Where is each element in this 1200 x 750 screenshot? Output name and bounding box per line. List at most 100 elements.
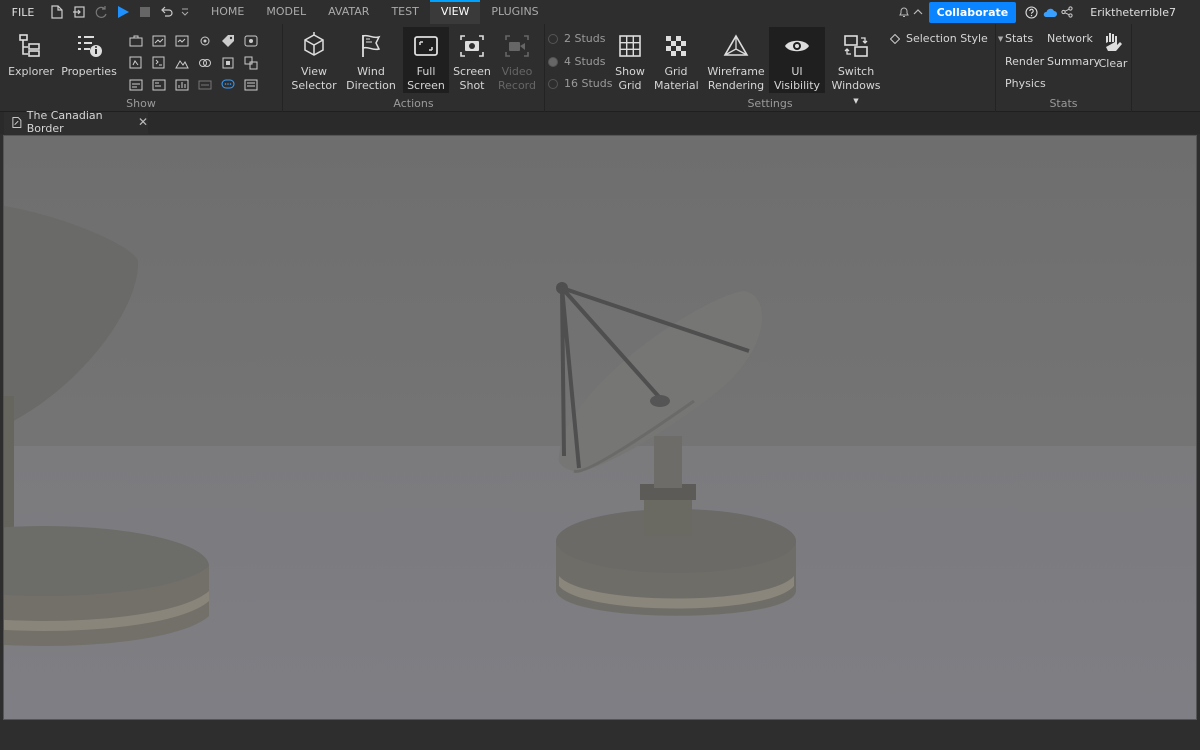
- studs-16-radio[interactable]: 16 Studs: [548, 77, 612, 90]
- full-screen-button[interactable]: Full Screen: [403, 27, 449, 93]
- document-tabs: The Canadian Border ✕: [0, 109, 1200, 135]
- wind-direction-icon: [345, 27, 397, 65]
- context-help-icon[interactable]: [239, 74, 262, 96]
- script-performance-icon[interactable]: [170, 74, 193, 96]
- document-tab[interactable]: The Canadian Border ✕: [4, 109, 148, 135]
- studs-16-label: 16 Studs: [564, 77, 613, 90]
- render-button[interactable]: Render: [1005, 55, 1044, 68]
- video-record-label: Video Record: [497, 65, 536, 92]
- summary-button[interactable]: Summary: [1047, 55, 1100, 68]
- file-menu[interactable]: FILE: [0, 6, 46, 19]
- wireframe-icon: [704, 27, 768, 65]
- full-screen-label: Full Screen: [407, 65, 445, 92]
- radio-dot: [548, 56, 558, 67]
- studs-2-radio[interactable]: 2 Studs: [548, 32, 605, 45]
- switch-windows-button[interactable]: Switch Windows ▼: [828, 27, 884, 105]
- properties-icon: [60, 27, 118, 65]
- wireframe-rendering-button[interactable]: Wireframe Rendering: [704, 27, 768, 93]
- view-selector-button[interactable]: View Selector: [289, 27, 339, 93]
- show-grid-label: Show Grid: [615, 65, 645, 92]
- radio-dot: [548, 33, 558, 44]
- game-settings-icon[interactable]: [193, 30, 216, 52]
- view-selector-label: View Selector: [291, 65, 337, 92]
- eraser-hand-icon: [1096, 27, 1130, 57]
- screen-shot-button[interactable]: Screen Shot: [451, 27, 493, 93]
- notification-bell-icon[interactable]: [897, 6, 911, 18]
- import-icon[interactable]: [68, 0, 90, 24]
- actions-group-label: Actions: [393, 97, 434, 110]
- properties-label: Properties: [61, 65, 117, 78]
- command-bar-icon[interactable]: [147, 52, 170, 74]
- team-test-icon[interactable]: [216, 52, 239, 74]
- quick-access-toolbar: [46, 0, 192, 24]
- tab-plugins[interactable]: PLUGINS: [480, 0, 549, 24]
- grid-icon: [608, 27, 652, 65]
- screen-shot-label: Screen Shot: [453, 65, 491, 92]
- find-results-icon[interactable]: [147, 74, 170, 96]
- collision-groups-icon[interactable]: [193, 52, 216, 74]
- cloud-icon[interactable]: [1040, 7, 1058, 18]
- customize-quick-access-icon[interactable]: [178, 0, 192, 24]
- tab-avatar[interactable]: AVATAR: [317, 0, 380, 24]
- stats-button[interactable]: Stats: [1005, 32, 1033, 45]
- clear-label: Clear: [1098, 57, 1128, 70]
- ui-visibility-button[interactable]: UI Visibility: [769, 27, 825, 93]
- username-label[interactable]: Eriktheterrible7: [1090, 6, 1176, 19]
- message-log-icon[interactable]: [124, 74, 147, 96]
- studs-4-radio[interactable]: 4 Studs: [548, 55, 605, 68]
- camera-icon: [451, 27, 493, 65]
- tab-model[interactable]: MODEL: [255, 0, 317, 24]
- actions-group: View Selector Wind Direction Full Screen…: [283, 24, 545, 112]
- ribbon-tabs: HOME MODEL AVATAR TEST VIEW PLUGINS: [200, 0, 550, 24]
- wind-direction-button[interactable]: Wind Direction: [345, 27, 397, 93]
- show-small-tools: [124, 30, 262, 96]
- help-icon[interactable]: [1022, 5, 1040, 19]
- team-create-icon[interactable]: [239, 30, 262, 52]
- chat-icon[interactable]: [216, 74, 239, 96]
- new-file-icon[interactable]: [46, 0, 68, 24]
- play-icon[interactable]: [112, 0, 134, 24]
- grid-material-button[interactable]: Grid Material: [654, 27, 699, 93]
- terrain-editor-icon[interactable]: [170, 52, 193, 74]
- 3d-viewport[interactable]: [3, 135, 1197, 720]
- share-icon[interactable]: [1058, 6, 1076, 18]
- close-tab-icon[interactable]: ✕: [138, 115, 148, 129]
- switch-windows-label: Switch Windows ▼: [828, 65, 884, 108]
- explorer-icon: [6, 27, 56, 65]
- selection-style-dropdown[interactable]: Selection Style ▼: [890, 32, 1003, 45]
- ui-visibility-label: UI Visibility: [773, 65, 821, 92]
- clear-stats-button[interactable]: Clear: [1096, 27, 1130, 93]
- scene-render[interactable]: [4, 136, 1197, 720]
- undo-icon[interactable]: [156, 0, 178, 24]
- show-grid-button[interactable]: Show Grid: [608, 27, 652, 93]
- properties-button[interactable]: Properties: [60, 27, 118, 93]
- dropdown-arrow-icon: ▼: [853, 97, 859, 105]
- stop-icon[interactable]: [134, 0, 156, 24]
- tab-view[interactable]: VIEW: [429, 0, 481, 24]
- document-tab-title: The Canadian Border: [26, 109, 103, 135]
- expand-ribbon-icon[interactable]: [911, 8, 925, 16]
- video-record-button[interactable]: Video Record: [495, 27, 539, 93]
- physics-button[interactable]: Physics: [1005, 77, 1046, 90]
- asset-manager-icon[interactable]: [147, 30, 170, 52]
- settings-group-label: Settings: [747, 97, 793, 110]
- collaborate-button[interactable]: Collaborate: [928, 1, 1017, 23]
- title-bar-right: Collaborate Eriktheterrible7: [897, 0, 1200, 24]
- tag-editor-icon[interactable]: [216, 30, 239, 52]
- wind-direction-label: Wind Direction: [346, 65, 396, 92]
- toolbox-icon[interactable]: [124, 30, 147, 52]
- device-emulator-icon[interactable]: [193, 74, 216, 96]
- tab-test[interactable]: TEST: [380, 0, 429, 24]
- tab-home[interactable]: HOME: [200, 0, 255, 24]
- script-analysis-icon[interactable]: [124, 52, 147, 74]
- localization-icon[interactable]: [239, 52, 262, 74]
- explorer-button[interactable]: Explorer: [6, 27, 56, 93]
- output-icon[interactable]: [170, 30, 193, 52]
- radio-dot: [548, 78, 558, 89]
- checkerboard-icon: [654, 27, 698, 65]
- switch-windows-icon: [828, 27, 884, 65]
- status-bar: [0, 721, 1200, 750]
- redo-icon[interactable]: [90, 0, 112, 24]
- network-button[interactable]: Network: [1047, 32, 1093, 45]
- view-selector-icon: [289, 27, 339, 65]
